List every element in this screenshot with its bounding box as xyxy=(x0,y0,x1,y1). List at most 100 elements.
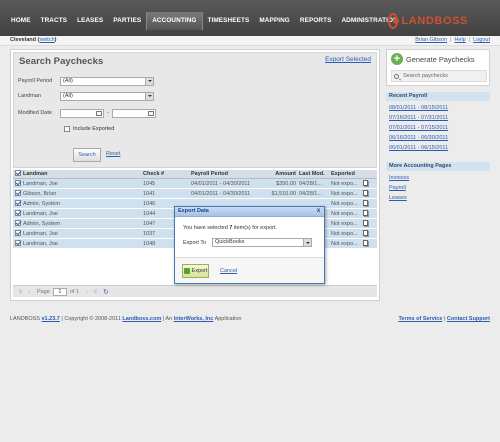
reset-link[interactable]: Reset xyxy=(106,151,120,157)
recent-payroll-link[interactable]: 07/16/2011 - 07/31/2011 xyxy=(389,115,448,121)
row-checkbox[interactable] xyxy=(15,189,21,196)
export-selected-link[interactable]: Export Selected xyxy=(325,56,371,63)
row-checkbox[interactable] xyxy=(15,199,21,206)
copy-icon[interactable] xyxy=(363,179,368,186)
chevron-down-icon xyxy=(145,92,153,100)
row-checkbox[interactable] xyxy=(15,209,21,216)
refresh-icon[interactable]: ↻ xyxy=(103,288,109,296)
landboss-logo: LANDBOSS xyxy=(388,12,468,30)
last-page-icon[interactable]: ›| xyxy=(91,289,99,295)
cell-last-mod: 04/28/1... xyxy=(299,190,322,197)
next-page-icon[interactable]: › xyxy=(83,289,91,295)
landman-value: (All) xyxy=(63,92,73,99)
recent-payroll-link[interactable]: 06/16/2011 - 06/30/2011 xyxy=(389,135,448,141)
export-to-select[interactable]: QuickBooks xyxy=(212,238,312,247)
copy-icon[interactable] xyxy=(363,229,368,236)
recent-payroll-link[interactable]: 07/01/2011 - 07/15/2011 xyxy=(389,125,448,131)
main-nav: HOME TRACTS LEASES PARTIES ACCOUNTING TI… xyxy=(6,12,403,30)
row-checkbox[interactable] xyxy=(15,179,21,186)
col-check[interactable]: Check # xyxy=(143,171,191,177)
interworks-link[interactable]: InterWorks, Inc xyxy=(174,316,214,322)
include-exported-checkbox[interactable] xyxy=(64,126,70,132)
footer-links: Terms of Service | Contact Support xyxy=(398,316,490,322)
export-button-label: Export xyxy=(191,268,208,274)
copy-icon[interactable] xyxy=(363,239,368,246)
table-row[interactable]: Gibson, Brian 1041 04/01/2011 - 04/30/20… xyxy=(13,189,377,199)
table-row[interactable]: Landman, Joe 1045 04/01/2011 - 04/30/201… xyxy=(13,179,377,189)
page-input[interactable]: 1 xyxy=(52,287,67,296)
plus-icon[interactable]: + xyxy=(391,53,403,65)
switch-link[interactable]: switch xyxy=(39,37,54,43)
recent-payroll-link[interactable]: 06/01/2011 - 06/15/2011 xyxy=(389,145,448,151)
first-page-icon[interactable]: |‹ xyxy=(17,289,25,295)
more-accounting-header: More Accounting Pages xyxy=(386,162,490,171)
close-icon[interactable]: x xyxy=(315,208,322,215)
leases-link[interactable]: Leases xyxy=(389,195,407,201)
help-link[interactable]: Help xyxy=(454,37,465,43)
nav-mapping[interactable]: MAPPING xyxy=(254,12,295,30)
calendar-icon[interactable] xyxy=(96,110,102,116)
terms-link[interactable]: Terms of Service xyxy=(398,316,442,322)
cell-period: 04/01/2011 - 04/30/2011 xyxy=(191,180,251,187)
invoices-link[interactable]: Invoices xyxy=(389,175,409,181)
generate-paychecks-link[interactable]: Generate Paychecks xyxy=(406,55,475,64)
landboss-site-link[interactable]: Landboss.com xyxy=(122,316,161,322)
recent-payroll-link[interactable]: 08/01/2011 - 08/15/2011 xyxy=(389,105,448,111)
payroll-period-select[interactable]: (All) xyxy=(60,76,154,86)
export-button[interactable]: Export xyxy=(182,264,209,278)
nav-leases[interactable]: LEASES xyxy=(72,12,108,30)
modified-date-row: Modified Date - xyxy=(18,108,156,118)
prev-page-icon[interactable]: ‹ xyxy=(25,289,33,295)
logo-mark-icon xyxy=(388,13,400,29)
generate-paychecks-box: + Generate Paychecks Search paychecks xyxy=(386,49,490,86)
col-exported[interactable]: Exported xyxy=(331,171,363,177)
row-checkbox[interactable] xyxy=(15,219,21,226)
user-link[interactable]: Brian Gibson xyxy=(415,37,447,43)
footer-application: Application xyxy=(214,316,242,322)
select-all-checkbox[interactable] xyxy=(15,170,21,176)
message-suffix: item(s) for export. xyxy=(232,225,277,231)
col-last-mod[interactable]: Last Mod. xyxy=(299,171,331,177)
cell-landman: Admin, System xyxy=(23,200,60,207)
cell-landman: Landman, Joe xyxy=(23,240,58,247)
paging-toolbar: |‹ ‹ Page 1 of 1 › ›| ↻ xyxy=(13,285,377,297)
nav-timesheets[interactable]: TIMESHEETS xyxy=(203,12,255,30)
cell-exported: Not expo... xyxy=(331,230,358,237)
cell-exported: Not expo... xyxy=(331,200,358,207)
cancel-link[interactable]: Cancel xyxy=(220,268,237,274)
nav-accounting[interactable]: ACCOUNTING xyxy=(146,12,203,30)
row-checkbox[interactable] xyxy=(15,229,21,236)
chevron-down-icon xyxy=(145,77,153,85)
nav-parties[interactable]: PARTIES xyxy=(108,12,146,30)
contact-support-link[interactable]: Contact Support xyxy=(447,316,490,322)
modified-date-to[interactable] xyxy=(111,108,156,118)
logout-link[interactable]: Logout xyxy=(473,37,490,43)
nav-home[interactable]: HOME xyxy=(6,12,36,30)
modified-date-label: Modified Date xyxy=(18,110,52,116)
dialog-titlebar[interactable]: Export Data x xyxy=(175,207,324,217)
include-exported-row: Include Exported xyxy=(64,124,114,134)
copy-icon[interactable] xyxy=(363,209,368,216)
nav-tracts[interactable]: TRACTS xyxy=(36,12,73,30)
version-link[interactable]: v1.23.7 xyxy=(42,316,60,322)
export-to-value: QuickBooks xyxy=(215,239,245,245)
dialog-title: Export Data xyxy=(178,208,209,214)
calendar-icon[interactable] xyxy=(147,110,154,116)
modified-date-from[interactable] xyxy=(60,108,104,118)
copy-icon[interactable] xyxy=(363,189,368,196)
col-amount[interactable]: Amount xyxy=(259,171,299,177)
copy-icon[interactable] xyxy=(363,199,368,206)
col-payroll-period[interactable]: Payroll Period xyxy=(191,171,259,177)
landman-select[interactable]: (All) xyxy=(60,91,154,101)
cell-period: 04/01/2011 - 04/30/2011 xyxy=(191,190,251,197)
copy-icon[interactable] xyxy=(363,219,368,226)
nav-reports[interactable]: REPORTS xyxy=(295,12,337,30)
col-landman[interactable]: Landman xyxy=(23,171,143,177)
row-checkbox[interactable] xyxy=(15,239,21,246)
search-paychecks-link[interactable]: Search paychecks xyxy=(391,70,487,82)
cell-exported: Not expo... xyxy=(331,210,358,217)
chevron-down-icon xyxy=(303,239,311,246)
search-button[interactable]: Search xyxy=(73,148,101,162)
payroll-link[interactable]: Payroll xyxy=(389,185,406,191)
cell-exported: Not expo... xyxy=(331,180,358,187)
